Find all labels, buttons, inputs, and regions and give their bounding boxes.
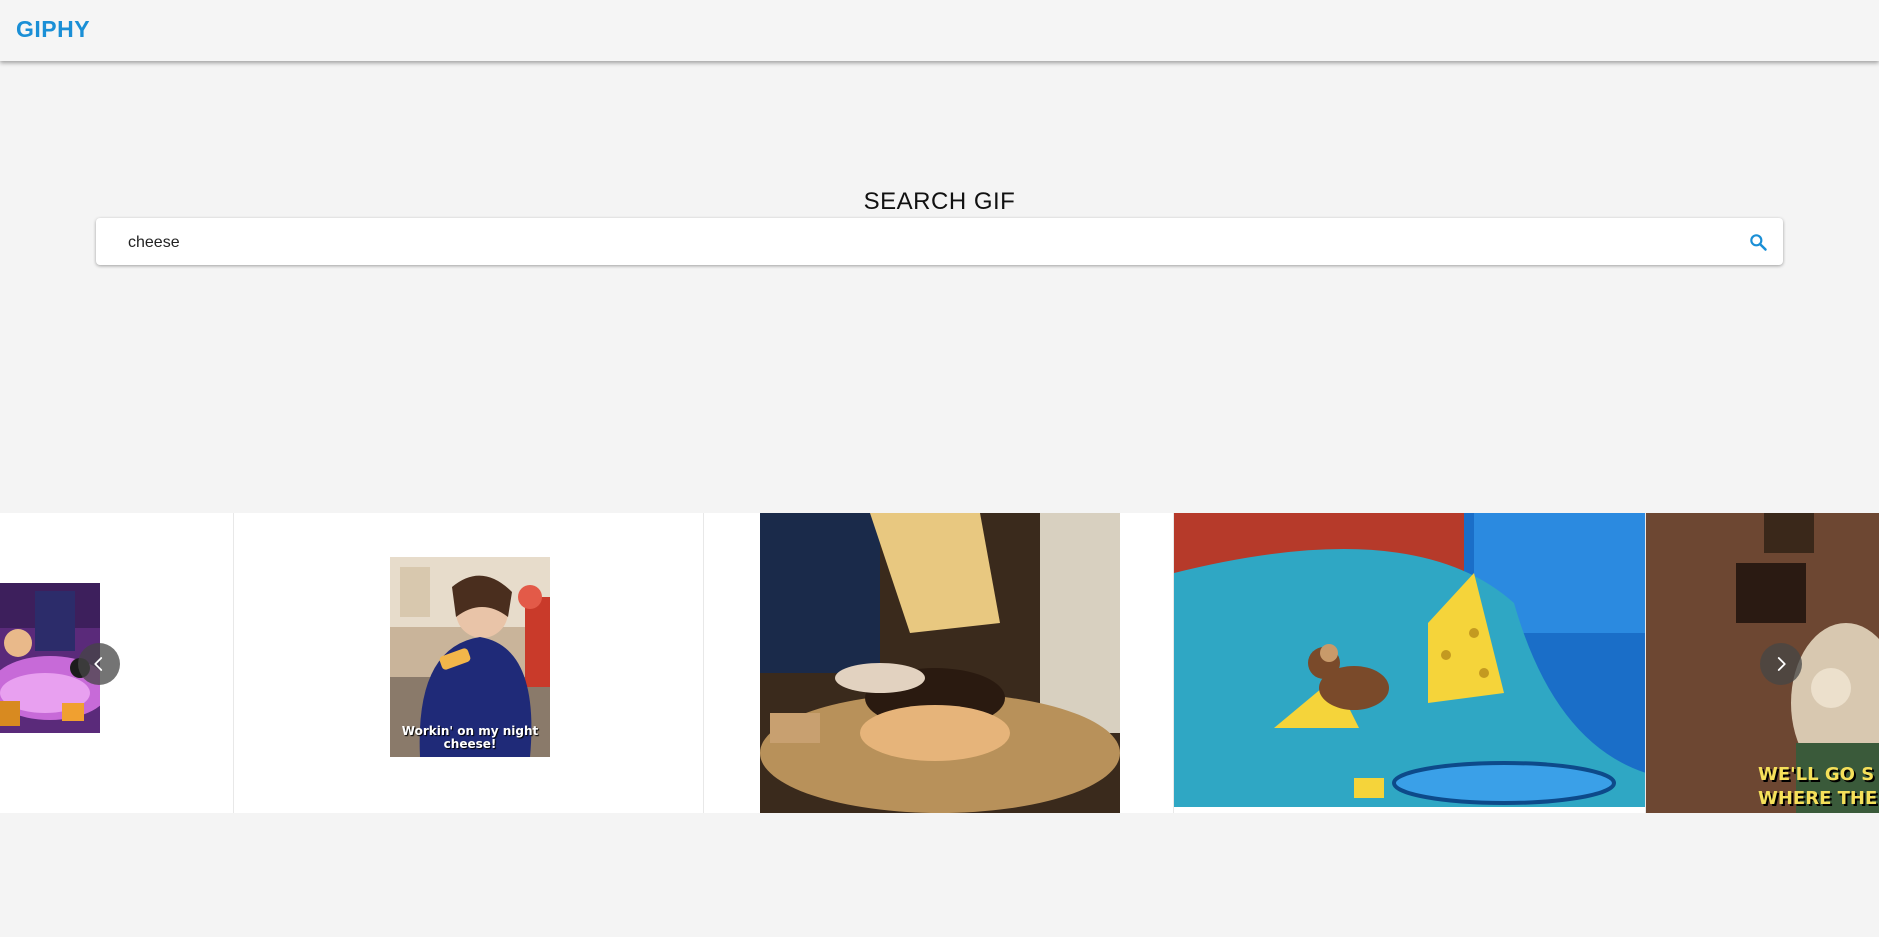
gif-caption: WE'LL GO S WHERE THE (1758, 764, 1878, 809)
search-title: SEARCH GIF (863, 188, 1016, 215)
gif-jerry-cheese[interactable] (1174, 513, 1645, 807)
carousel-slide[interactable] (1174, 513, 1646, 813)
gif-night-cheese[interactable]: Workin' on my night cheese! (390, 557, 550, 757)
search-button[interactable] (1741, 225, 1775, 259)
app-bar: GIPHY (0, 0, 1879, 61)
search-bar (96, 218, 1783, 267)
chevron-right-icon (1777, 657, 1786, 671)
carousel-slide[interactable] (704, 513, 1174, 813)
carousel-prev-button[interactable] (78, 643, 120, 685)
gif-carousel: Workin' on my night cheese! WE'LL GO S W… (0, 513, 1879, 813)
search-input[interactable] (126, 218, 1730, 267)
gif-cheese-burger[interactable] (760, 513, 1120, 813)
search-icon (1750, 234, 1767, 251)
gif-caption: Workin' on my night cheese! (401, 724, 539, 751)
chevron-left-icon (94, 657, 103, 671)
carousel-slide[interactable]: Workin' on my night cheese! (234, 513, 704, 813)
carousel-next-button[interactable] (1760, 643, 1802, 685)
giphy-logo[interactable]: GIPHY (16, 16, 90, 43)
